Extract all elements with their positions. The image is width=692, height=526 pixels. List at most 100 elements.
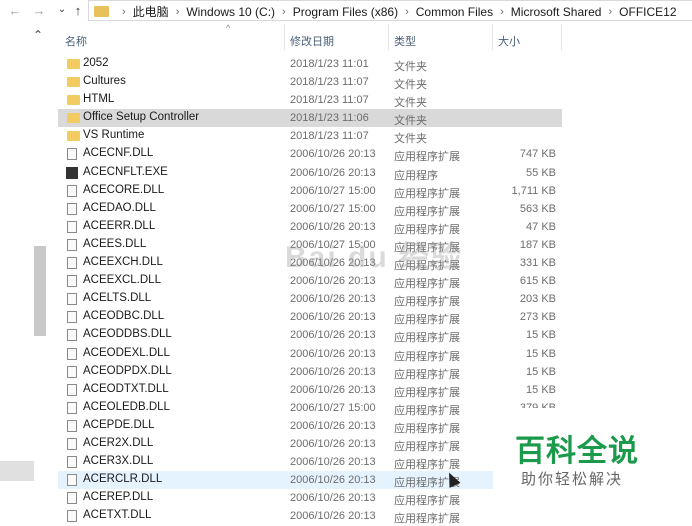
file-type: 应用程序扩展 xyxy=(394,386,460,399)
back-button[interactable]: ← xyxy=(6,3,24,18)
file-row[interactable]: ACEREP.DLL2006/10/26 20:13应用程序扩展539 KB xyxy=(58,489,562,507)
file-row[interactable]: ACEDAO.DLL 2006/10/27 15:00 应用程序扩展 563 KB xyxy=(58,200,562,218)
column-header-name[interactable]: 名称 xyxy=(65,33,87,49)
file-row[interactable]: ACECNF.DLL 2006/10/26 20:13 应用程序扩展 747 KB xyxy=(58,145,562,163)
breadcrumb-this-pc[interactable]: 此电脑 xyxy=(133,3,169,20)
file-row[interactable]: ACER3X.DLL 2006/10/26 20:13 应用程序扩展 xyxy=(58,453,562,471)
file-type: 应用程序扩展 xyxy=(394,404,460,417)
modified-date: 2006/10/26 20:13 xyxy=(290,293,376,306)
chevron-right-icon[interactable]: › xyxy=(282,6,286,18)
file-size: 15 KB xyxy=(526,347,556,360)
column-header-date[interactable]: 修改日期 xyxy=(290,33,334,49)
file-row[interactable]: ACEOLEDB.DLL2006/10/27 15:00应用程序扩展379 KB xyxy=(58,399,562,417)
address-bar: ← → ⌄ ↑ › 此电脑 › Windows 10 (C:) › Progra… xyxy=(0,0,692,22)
modified-date: 2006/10/26 20:13 xyxy=(290,347,376,360)
file-size: 15 KB xyxy=(526,329,556,342)
file-row[interactable]: ACEODBC.DLL 2006/10/26 20:13 应用程序扩展 273 KB xyxy=(58,308,562,326)
modified-date: 2018/1/23 11:07 xyxy=(290,94,369,107)
file-row[interactable]: ACETXT.DLL2006/10/26 20:13应用程序扩展289 KB xyxy=(58,507,562,525)
modified-date: 2006/10/26 20:13 xyxy=(290,419,376,432)
dll-file-icon xyxy=(67,148,77,161)
dll-file-icon xyxy=(67,401,77,414)
nav-pane-selected-item[interactable] xyxy=(0,461,34,481)
folder-row[interactable]: HTML 2018/1/23 11:07 文件夹 xyxy=(58,91,562,109)
file-row[interactable]: ACEPDE.DLL 2006/10/26 20:13 应用程序扩展 xyxy=(58,417,562,435)
modified-date: 2006/10/27 15:00 xyxy=(290,184,376,197)
chevron-right-icon[interactable]: › xyxy=(405,6,409,18)
modified-date: 2006/10/26 20:13 xyxy=(290,383,376,396)
breadcrumb-office12[interactable]: OFFICE12 xyxy=(619,5,676,19)
chevron-right-icon[interactable]: › xyxy=(122,6,126,18)
file-name: ACEEXCL.DLL xyxy=(83,274,161,287)
file-row[interactable]: ACEODEXL.DLL 2006/10/26 20:13 应用程序扩展 15 KB xyxy=(58,345,562,363)
file-row[interactable]: ACEODTXT.DLL 2006/10/26 20:13 应用程序扩展 15 KB xyxy=(58,381,562,399)
up-button[interactable]: ↑ xyxy=(69,3,87,18)
file-type: 应用程序扩展 xyxy=(394,332,460,345)
file-list: 2052 2018/1/23 11:01 文件夹 Cultures 2018/1/23 … xyxy=(58,55,562,525)
breadcrumb-common-files[interactable]: Common Files xyxy=(416,5,493,19)
file-size: 1,711 KB xyxy=(511,184,556,197)
folder-icon xyxy=(67,131,80,142)
folder-row[interactable]: Office Setup Controller 2018/1/23 11:06 文件… xyxy=(58,109,562,128)
watermark-brand: 百科全说 助你轻松解决 xyxy=(493,408,692,519)
file-name: ACEODEXL.DLL xyxy=(83,346,170,359)
file-size: 563 KB xyxy=(519,202,556,215)
file-row[interactable]: ACERCLR.DLL 2006/10/26 20:13 应用程序扩展 xyxy=(58,471,494,490)
file-name: ACEEXCH.DLL xyxy=(83,256,163,269)
dll-file-icon xyxy=(67,510,77,523)
navigation-pane[interactable]: ⌃ xyxy=(0,22,58,519)
file-size: 187 KB xyxy=(519,238,556,251)
breadcrumb-program-files-x86[interactable]: Program Files (x86) xyxy=(293,5,398,19)
dll-file-icon xyxy=(67,220,77,233)
chevron-right-icon[interactable]: › xyxy=(176,6,180,18)
modified-date: 2006/10/26 20:13 xyxy=(290,474,376,487)
folder-row[interactable]: VS Runtime 2018/1/23 11:07 文件夹 xyxy=(58,127,562,145)
modified-date: 2006/10/26 20:13 xyxy=(290,437,376,450)
dll-file-icon xyxy=(67,383,77,396)
file-row[interactable]: ACECNFLT.EXE 2006/10/26 20:13 应用程序 55 KB xyxy=(58,164,562,182)
file-type: 文件夹 xyxy=(394,79,427,92)
file-name: ACEERR.DLL xyxy=(83,219,156,232)
column-divider[interactable] xyxy=(284,24,285,50)
column-header-size[interactable]: 大小 xyxy=(498,33,520,49)
file-name: ACERCLR.DLL xyxy=(83,473,163,486)
file-row[interactable]: ACER2X.DLL 2006/10/26 20:13 应用程序扩展 xyxy=(58,435,562,453)
file-row[interactable]: ACECORE.DLL 2006/10/27 15:00 应用程序扩展 1,711 K… xyxy=(58,182,562,200)
breadcrumb-drive-c[interactable]: Windows 10 (C:) xyxy=(186,5,275,19)
nav-pane-scrollbar[interactable] xyxy=(34,246,46,336)
file-type: 文件夹 xyxy=(394,115,427,128)
column-header-type[interactable]: 类型 xyxy=(394,33,416,49)
chevron-right-icon[interactable]: › xyxy=(500,6,504,18)
file-size: 615 KB xyxy=(519,275,556,288)
file-size: 15 KB xyxy=(526,365,556,378)
file-type: 文件夹 xyxy=(394,61,427,73)
file-name: Cultures xyxy=(83,75,126,88)
modified-date: 2006/10/26 20:13 xyxy=(290,275,376,288)
file-size: 273 KB xyxy=(519,311,556,324)
chevron-up-icon[interactable]: ⌃ xyxy=(33,28,43,42)
file-size: 331 KB xyxy=(519,257,556,270)
column-divider[interactable] xyxy=(492,24,493,50)
dll-file-icon xyxy=(67,184,77,197)
file-type: 应用程序扩展 xyxy=(394,296,460,309)
file-type: 应用程序扩展 xyxy=(394,205,460,218)
breadcrumb-microsoft-shared[interactable]: Microsoft Shared xyxy=(511,5,602,19)
dll-file-icon xyxy=(67,437,77,450)
column-divider[interactable] xyxy=(388,24,389,50)
folder-row[interactable]: Cultures 2018/1/23 11:07 文件夹 xyxy=(58,73,562,91)
file-row[interactable]: ACELTS.DLL 2006/10/26 20:13 应用程序扩展 203 KB xyxy=(58,290,562,308)
file-type: 文件夹 xyxy=(394,97,427,110)
column-divider[interactable] xyxy=(561,24,562,50)
modified-date: 2006/10/26 20:13 xyxy=(290,329,376,342)
folder-row[interactable]: 2052 2018/1/23 11:01 文件夹 xyxy=(58,55,562,73)
forward-button[interactable]: → xyxy=(30,3,48,18)
file-row[interactable]: ACEODPDX.DLL 2006/10/26 20:13 应用程序扩展 15 KB xyxy=(58,363,562,381)
file-row[interactable]: ACEODDBS.DLL 2006/10/26 20:13 应用程序扩展 15 KB xyxy=(58,326,562,344)
file-size: 203 KB xyxy=(519,293,556,306)
chevron-right-icon[interactable]: › xyxy=(608,6,612,18)
file-type: 应用程序扩展 xyxy=(394,459,460,472)
file-name: ACEODTXT.DLL xyxy=(83,382,169,395)
modified-date: 2006/10/26 20:13 xyxy=(290,166,376,179)
dll-file-icon xyxy=(67,329,77,342)
file-type: 应用程序扩展 xyxy=(394,350,460,363)
